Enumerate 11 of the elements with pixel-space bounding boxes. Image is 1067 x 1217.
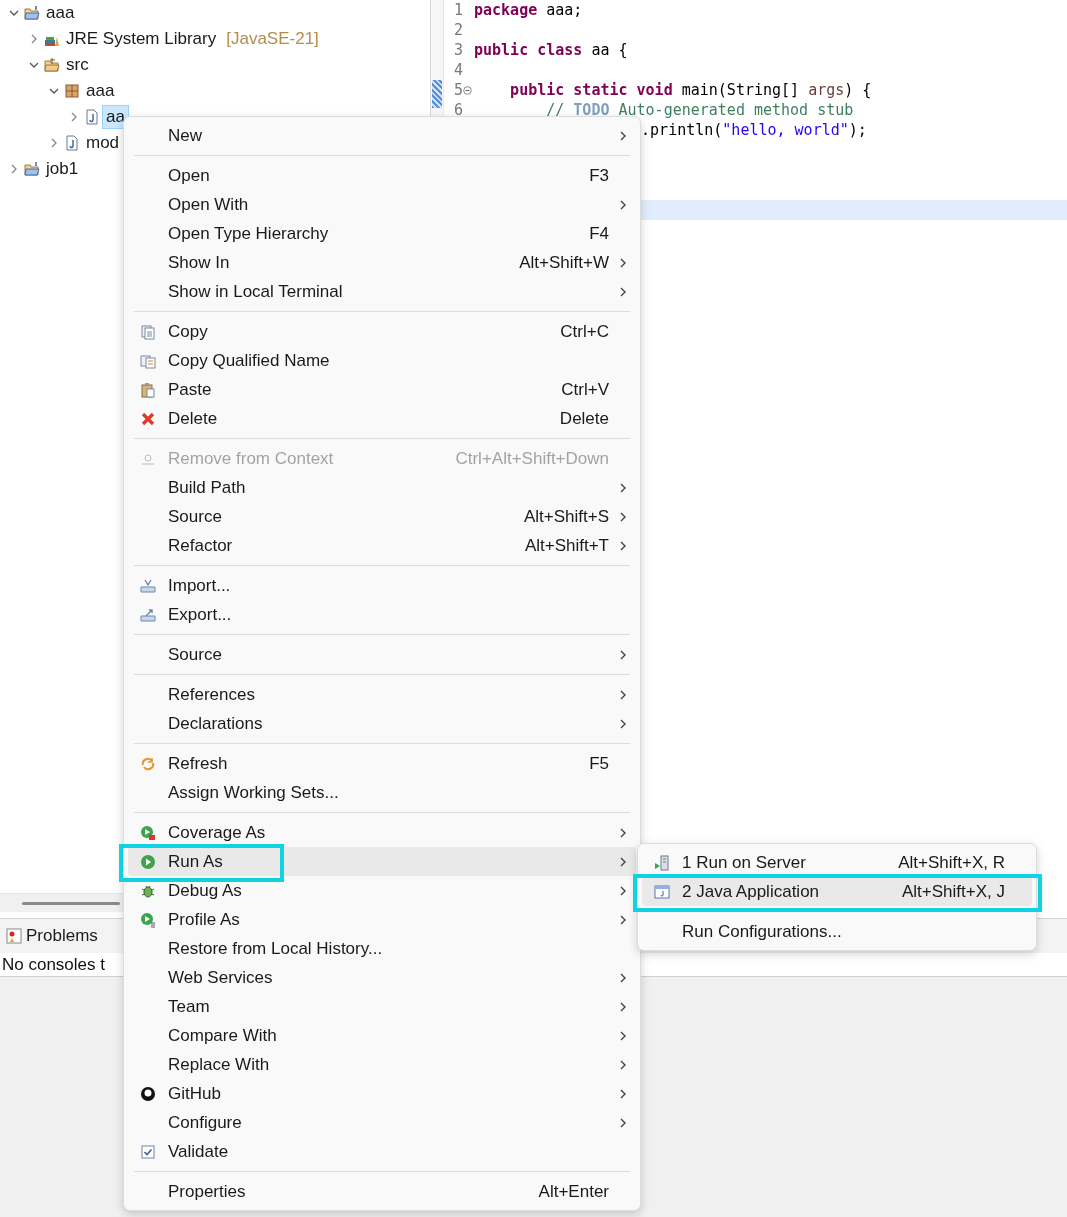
code-line: public class aa { [474, 41, 628, 59]
line-number: 2 [452, 21, 463, 39]
line-number: 6 [452, 101, 463, 119]
line-number: 3 [452, 41, 463, 59]
code-line: .println("hello, world"); [640, 121, 867, 139]
line-number: 1 [452, 1, 463, 19]
code-line: // TODO Auto-generated method stub [545, 101, 854, 119]
line-number: 5 [452, 81, 463, 99]
code-line: public static void main(String[] args) { [509, 81, 872, 99]
code-line: package aaa; [474, 1, 583, 19]
line-number: 4 [452, 61, 463, 79]
